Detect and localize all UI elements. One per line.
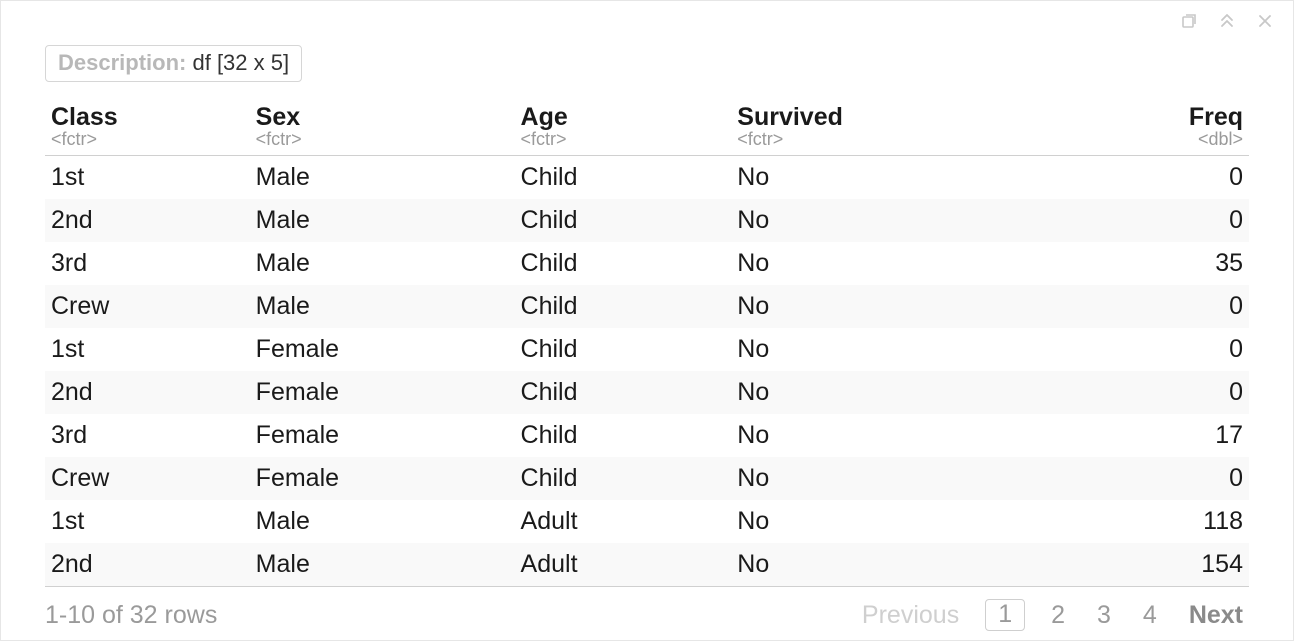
cell-sex: Male xyxy=(250,242,515,285)
cell-freq: 17 xyxy=(1032,414,1249,457)
description-label: Description: xyxy=(58,50,186,75)
close-icon[interactable] xyxy=(1255,11,1275,31)
col-header-survived[interactable]: Survived <fctr> xyxy=(731,102,1032,156)
pager-page-1[interactable]: 1 xyxy=(985,599,1025,631)
cell-freq: 118 xyxy=(1032,500,1249,543)
data-table: Class <fctr> Sex <fctr> Age <fctr> Survi… xyxy=(45,102,1249,587)
cell-survived: No xyxy=(731,199,1032,242)
popout-icon[interactable] xyxy=(1179,11,1199,31)
cell-freq: 154 xyxy=(1032,543,1249,587)
pager-previous[interactable]: Previous xyxy=(856,600,965,631)
pager-page-2[interactable]: 2 xyxy=(1045,600,1071,631)
cell-sex: Male xyxy=(250,543,515,587)
cell-freq: 0 xyxy=(1032,457,1249,500)
table-row: 1stMaleChildNo0 xyxy=(45,156,1249,200)
cell-sex: Male xyxy=(250,199,515,242)
cell-survived: No xyxy=(731,500,1032,543)
cell-freq: 0 xyxy=(1032,156,1249,200)
table-row: 2ndMaleChildNo0 xyxy=(45,199,1249,242)
cell-age: Child xyxy=(515,242,732,285)
cell-class: 1st xyxy=(45,500,250,543)
cell-age: Child xyxy=(515,285,732,328)
cell-freq: 0 xyxy=(1032,199,1249,242)
cell-sex: Male xyxy=(250,156,515,200)
cell-age: Child xyxy=(515,371,732,414)
cell-class: 1st xyxy=(45,328,250,371)
cell-age: Adult xyxy=(515,543,732,587)
col-header-class[interactable]: Class <fctr> xyxy=(45,102,250,156)
cell-sex: Female xyxy=(250,457,515,500)
cell-freq: 0 xyxy=(1032,285,1249,328)
cell-survived: No xyxy=(731,457,1032,500)
cell-class: Crew xyxy=(45,285,250,328)
cell-class: 3rd xyxy=(45,414,250,457)
cell-survived: No xyxy=(731,242,1032,285)
table-body: 1stMaleChildNo02ndMaleChildNo03rdMaleChi… xyxy=(45,156,1249,587)
pager-page-4[interactable]: 4 xyxy=(1137,600,1163,631)
cell-sex: Female xyxy=(250,414,515,457)
data-viewer-panel: Description: df [32 x 5] Class <fctr> Se… xyxy=(0,0,1294,641)
col-name: Freq xyxy=(1038,104,1243,130)
cell-freq: 35 xyxy=(1032,242,1249,285)
pager-next[interactable]: Next xyxy=(1183,600,1249,631)
cell-age: Child xyxy=(515,414,732,457)
col-header-freq[interactable]: Freq <dbl> xyxy=(1032,102,1249,156)
table-row: 1stFemaleChildNo0 xyxy=(45,328,1249,371)
cell-age: Child xyxy=(515,457,732,500)
col-type: <fctr> xyxy=(737,130,1026,149)
row-range: 1-10 of 32 rows xyxy=(45,601,217,630)
col-type: <fctr> xyxy=(256,130,509,149)
col-name: Age xyxy=(521,104,726,130)
col-name: Class xyxy=(51,104,244,130)
table-row: 2ndMaleAdultNo154 xyxy=(45,543,1249,587)
cell-survived: No xyxy=(731,156,1032,200)
pager-page-3[interactable]: 3 xyxy=(1091,600,1117,631)
cell-survived: No xyxy=(731,371,1032,414)
cell-sex: Male xyxy=(250,500,515,543)
cell-survived: No xyxy=(731,414,1032,457)
cell-class: 3rd xyxy=(45,242,250,285)
col-header-sex[interactable]: Sex <fctr> xyxy=(250,102,515,156)
cell-class: 1st xyxy=(45,156,250,200)
cell-freq: 0 xyxy=(1032,371,1249,414)
cell-class: 2nd xyxy=(45,543,250,587)
table-row: CrewMaleChildNo0 xyxy=(45,285,1249,328)
cell-sex: Female xyxy=(250,328,515,371)
table-header: Class <fctr> Sex <fctr> Age <fctr> Survi… xyxy=(45,102,1249,156)
cell-survived: No xyxy=(731,543,1032,587)
panel-controls xyxy=(1179,11,1275,31)
cell-freq: 0 xyxy=(1032,328,1249,371)
col-type: <fctr> xyxy=(51,130,244,149)
col-type: <dbl> xyxy=(1038,130,1243,149)
table-row: 2ndFemaleChildNo0 xyxy=(45,371,1249,414)
description-chip: Description: df [32 x 5] xyxy=(45,45,302,82)
pager: Previous 1234 Next xyxy=(856,599,1249,631)
cell-survived: No xyxy=(731,328,1032,371)
cell-age: Child xyxy=(515,199,732,242)
description-value: df [32 x 5] xyxy=(192,50,289,75)
table-row: CrewFemaleChildNo0 xyxy=(45,457,1249,500)
cell-class: Crew xyxy=(45,457,250,500)
table-row: 1stMaleAdultNo118 xyxy=(45,500,1249,543)
col-header-age[interactable]: Age <fctr> xyxy=(515,102,732,156)
cell-sex: Female xyxy=(250,371,515,414)
col-type: <fctr> xyxy=(521,130,726,149)
col-name: Sex xyxy=(256,104,509,130)
col-name: Survived xyxy=(737,104,1026,130)
cell-age: Child xyxy=(515,156,732,200)
cell-class: 2nd xyxy=(45,371,250,414)
table-row: 3rdMaleChildNo35 xyxy=(45,242,1249,285)
collapse-icon[interactable] xyxy=(1217,11,1237,31)
table-footer: 1-10 of 32 rows Previous 1234 Next xyxy=(45,599,1249,631)
cell-age: Adult xyxy=(515,500,732,543)
cell-class: 2nd xyxy=(45,199,250,242)
cell-survived: No xyxy=(731,285,1032,328)
table-row: 3rdFemaleChildNo17 xyxy=(45,414,1249,457)
cell-sex: Male xyxy=(250,285,515,328)
cell-age: Child xyxy=(515,328,732,371)
